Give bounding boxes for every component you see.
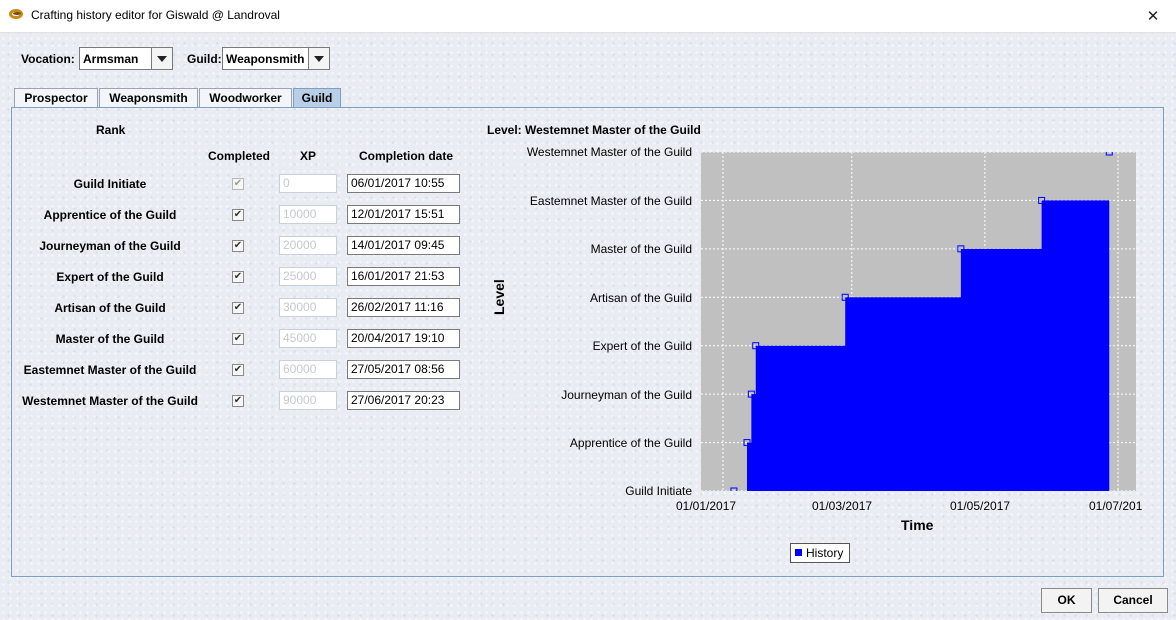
- y-tick-label: Journeyman of the Guild: [561, 388, 692, 402]
- completed-checkbox[interactable]: ✔: [232, 209, 244, 221]
- rank-name: Westemnet Master of the Guild: [22, 394, 198, 408]
- chevron-down-icon[interactable]: [308, 48, 329, 69]
- title-bar: Crafting history editor for Giswald @ La…: [0, 0, 1176, 33]
- xp-field: 45000: [279, 329, 337, 348]
- rank-name: Artisan of the Guild: [54, 301, 166, 315]
- rank-name: Apprentice of the Guild: [43, 208, 177, 222]
- y-tick-label: Westemnet Master of the Guild: [526, 145, 692, 159]
- rank-name: Expert of the Guild: [56, 270, 164, 284]
- completed-header: Completed: [208, 149, 271, 163]
- rank-name: Guild Initiate: [73, 177, 147, 191]
- completion-date-field[interactable]: 06/01/2017 10:55: [347, 174, 460, 193]
- history-chart: [701, 152, 1136, 491]
- completion-date-field[interactable]: 27/06/2017 20:23: [347, 391, 460, 410]
- vocation-select[interactable]: Armsman: [79, 47, 173, 70]
- chevron-down-icon[interactable]: [151, 48, 172, 69]
- xp-field: 30000: [279, 298, 337, 317]
- ok-button[interactable]: OK: [1041, 588, 1092, 613]
- ring-icon: [9, 9, 23, 19]
- x-tick-label: 01/07/201: [1089, 499, 1143, 513]
- xp-field: 60000: [279, 360, 337, 379]
- completed-checkbox[interactable]: ✔: [232, 333, 244, 345]
- chart-plot-area: [701, 152, 1136, 491]
- rank-name: Master of the Guild: [55, 332, 165, 346]
- tab-prospector[interactable]: Prospector: [14, 88, 98, 107]
- legend-label: History: [806, 546, 844, 560]
- x-axis-label: Time: [901, 517, 934, 533]
- x-tick-label: 01/05/2017: [950, 499, 1011, 513]
- xp-header: XP: [300, 149, 317, 163]
- completed-checkbox[interactable]: ✔: [232, 302, 244, 314]
- completion-date-field[interactable]: 12/01/2017 15:51: [347, 205, 460, 224]
- completed-checkbox: ✔: [232, 178, 244, 190]
- completed-checkbox[interactable]: ✔: [232, 364, 244, 376]
- chart-title: Level: Westemnet Master of the Guild: [487, 123, 701, 137]
- y-tick-label: Master of the Guild: [590, 242, 692, 256]
- vocation-label: Vocation:: [21, 52, 75, 66]
- y-axis-label: Level: [491, 279, 507, 315]
- cancel-button[interactable]: Cancel: [1098, 588, 1168, 613]
- y-tick-label: Eastemnet Master of the Guild: [529, 194, 692, 208]
- completed-checkbox[interactable]: ✔: [232, 395, 244, 407]
- xp-field: 25000: [279, 267, 337, 286]
- completion-date-field[interactable]: 26/02/2017 11:16: [347, 298, 460, 317]
- xp-field: 10000: [279, 205, 337, 224]
- tab-weaponsmith[interactable]: Weaponsmith: [99, 88, 198, 107]
- history-area: [733, 152, 1110, 491]
- xp-field: 20000: [279, 236, 337, 255]
- window-title: Crafting history editor for Giswald @ La…: [31, 8, 280, 22]
- guild-value: Weaponsmith: [226, 52, 305, 66]
- close-button[interactable]: ✕: [1130, 0, 1176, 32]
- x-tick-label: 01/03/2017: [812, 499, 873, 513]
- x-tick-label: 01/01/2017: [676, 499, 737, 513]
- y-tick-label: Expert of the Guild: [592, 339, 692, 353]
- completion-date-field[interactable]: 16/01/2017 21:53: [347, 267, 460, 286]
- completion-date-field[interactable]: 20/04/2017 19:10: [347, 329, 460, 348]
- xp-field: 90000: [279, 391, 337, 410]
- completion-date-field[interactable]: 14/01/2017 09:45: [347, 236, 460, 255]
- rank-header: Rank: [96, 123, 126, 137]
- guild-label: Guild:: [187, 52, 222, 66]
- tab-guild[interactable]: Guild: [293, 88, 341, 107]
- completed-checkbox[interactable]: ✔: [232, 240, 244, 252]
- chart-legend: History: [790, 543, 851, 563]
- tab-woodworker[interactable]: Woodworker: [199, 88, 292, 107]
- y-tick-label: Artisan of the Guild: [589, 291, 692, 305]
- completion-date-header: Completion date: [359, 149, 454, 163]
- completion-date-field[interactable]: 27/05/2017 08:56: [347, 360, 460, 379]
- xp-field: 0: [279, 174, 337, 193]
- y-tick-label: Guild Initiate: [625, 484, 692, 498]
- rank-name: Journeyman of the Guild: [39, 239, 181, 253]
- rank-name: Eastemnet Master of the Guild: [23, 363, 197, 377]
- vocation-value: Armsman: [83, 52, 139, 66]
- guild-select[interactable]: Weaponsmith: [222, 47, 330, 70]
- y-tick-label: Apprentice of the Guild: [569, 436, 692, 450]
- completed-checkbox[interactable]: ✔: [232, 271, 244, 283]
- legend-swatch: [795, 549, 802, 556]
